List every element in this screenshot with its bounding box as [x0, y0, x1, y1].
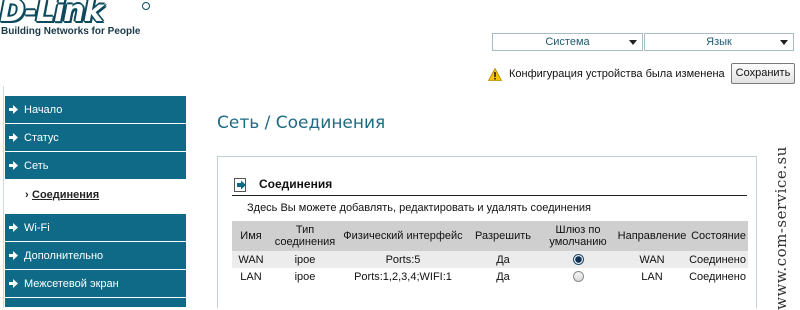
- connections-table: Имя Тип соединения Физический интерфейс …: [232, 221, 748, 285]
- sub-bullet-icon: ›: [25, 189, 29, 201]
- col-header-interface[interactable]: Физический интерфейс: [340, 221, 466, 251]
- watermark-text: www.com-service.su: [772, 146, 790, 310]
- language-menu-label: Язык: [706, 36, 732, 48]
- sidebar-item-start[interactable]: Начало: [5, 96, 186, 124]
- sidebar-item-label: Wi-Fi: [24, 222, 50, 234]
- sidebar-item-more[interactable]: [5, 298, 186, 308]
- table-row-lan[interactable]: LAN ipoe Ports:1,2,3,4;WIFI:1 Да LAN Сое…: [232, 268, 748, 285]
- panel-description: Здесь Вы можете добавлять, редактировать…: [247, 202, 591, 214]
- system-menu-label: Система: [545, 36, 590, 48]
- sidebar-item-firewall[interactable]: Межсетевой экран: [5, 270, 186, 298]
- save-button[interactable]: Сохранить: [731, 63, 795, 84]
- sidebar-item-network[interactable]: Сеть: [5, 152, 186, 180]
- cell-enable: Да: [466, 251, 540, 268]
- sidebar-item-label: Межсетевой экран: [24, 278, 119, 290]
- warning-icon: [488, 67, 502, 81]
- logo-tagline: Building Networks for People: [1, 26, 141, 37]
- cell-type: ipoe: [270, 268, 340, 285]
- cell-direction: WAN: [616, 251, 688, 268]
- registered-icon: [142, 2, 150, 10]
- col-header-default-gateway[interactable]: Шлюз по умолчанию: [540, 221, 616, 251]
- arrow-right-icon: [9, 251, 18, 260]
- notice-text: Конфигурация устройства была изменена: [509, 68, 725, 80]
- cell-default-gateway: [540, 251, 616, 268]
- cell-interface: Ports:1,2,3,4;WIFI:1: [340, 268, 466, 285]
- col-header-enable[interactable]: Разрешить: [466, 221, 540, 251]
- arrow-right-icon: [9, 105, 18, 114]
- language-menu-dropdown[interactable]: Язык: [644, 33, 794, 51]
- panel-arrow-icon: [234, 178, 246, 192]
- sidebar-item-status[interactable]: Статус: [5, 124, 186, 152]
- header: D-Link Building Networks for People Сист…: [0, 0, 800, 88]
- logo-text: D-Link: [0, 0, 104, 29]
- watermark: www.com-service.su: [768, 146, 794, 310]
- cell-interface: Ports:5: [340, 251, 466, 268]
- cell-type: ipoe: [270, 251, 340, 268]
- chevron-down-icon: [780, 40, 788, 45]
- cell-default-gateway: [540, 268, 616, 285]
- panel-title: Соединения: [259, 177, 333, 191]
- table-header-row: Имя Тип соединения Физический интерфейс …: [232, 221, 748, 251]
- config-changed-notice: Конфигурация устройства была изменена: [488, 64, 725, 84]
- cell-direction: LAN: [616, 268, 688, 285]
- panel-header: Соединения: [232, 176, 747, 196]
- sidebar-item-wifi[interactable]: Wi-Fi: [5, 214, 186, 242]
- col-header-direction[interactable]: Направление: [616, 221, 688, 251]
- sidebar: Начало Статус Сеть › Соединения Wi-Fi До…: [5, 88, 186, 308]
- sidebar-item-label: Статус: [24, 132, 59, 144]
- radio-icon[interactable]: [572, 254, 584, 266]
- radio-icon[interactable]: [572, 271, 584, 283]
- system-menu-dropdown[interactable]: Система: [492, 33, 643, 51]
- page-title: Сеть / Соединения: [217, 113, 386, 133]
- cell-enable: Да: [466, 268, 540, 285]
- sidebar-item-label: Сеть: [24, 160, 49, 172]
- cell-state: Соединено: [688, 268, 748, 285]
- cell-name: WAN: [232, 251, 270, 268]
- arrow-right-icon: [9, 223, 18, 232]
- cell-state: Соединено: [688, 251, 748, 268]
- sidebar-item-connections[interactable]: › Соединения: [5, 180, 186, 210]
- col-header-name[interactable]: Имя: [232, 221, 270, 251]
- chevron-down-icon: [629, 40, 637, 45]
- sidebar-item-advanced[interactable]: Дополнительно: [5, 242, 186, 270]
- arrow-right-icon: [9, 133, 18, 142]
- dlink-logo[interactable]: D-Link Building Networks for People: [0, 0, 150, 40]
- sidebar-item-label: Начало: [24, 104, 63, 116]
- arrow-right-icon: [9, 279, 18, 288]
- col-header-type[interactable]: Тип соединения: [270, 221, 340, 251]
- sidebar-item-label: Дополнительно: [24, 250, 104, 262]
- sidebar-item-label: Соединения: [32, 189, 100, 201]
- arrow-right-icon: [9, 161, 18, 170]
- cell-name: LAN: [232, 268, 270, 285]
- col-header-state[interactable]: Состояние: [688, 221, 748, 251]
- table-row-wan[interactable]: WAN ipoe Ports:5 Да WAN Соединено: [232, 251, 748, 268]
